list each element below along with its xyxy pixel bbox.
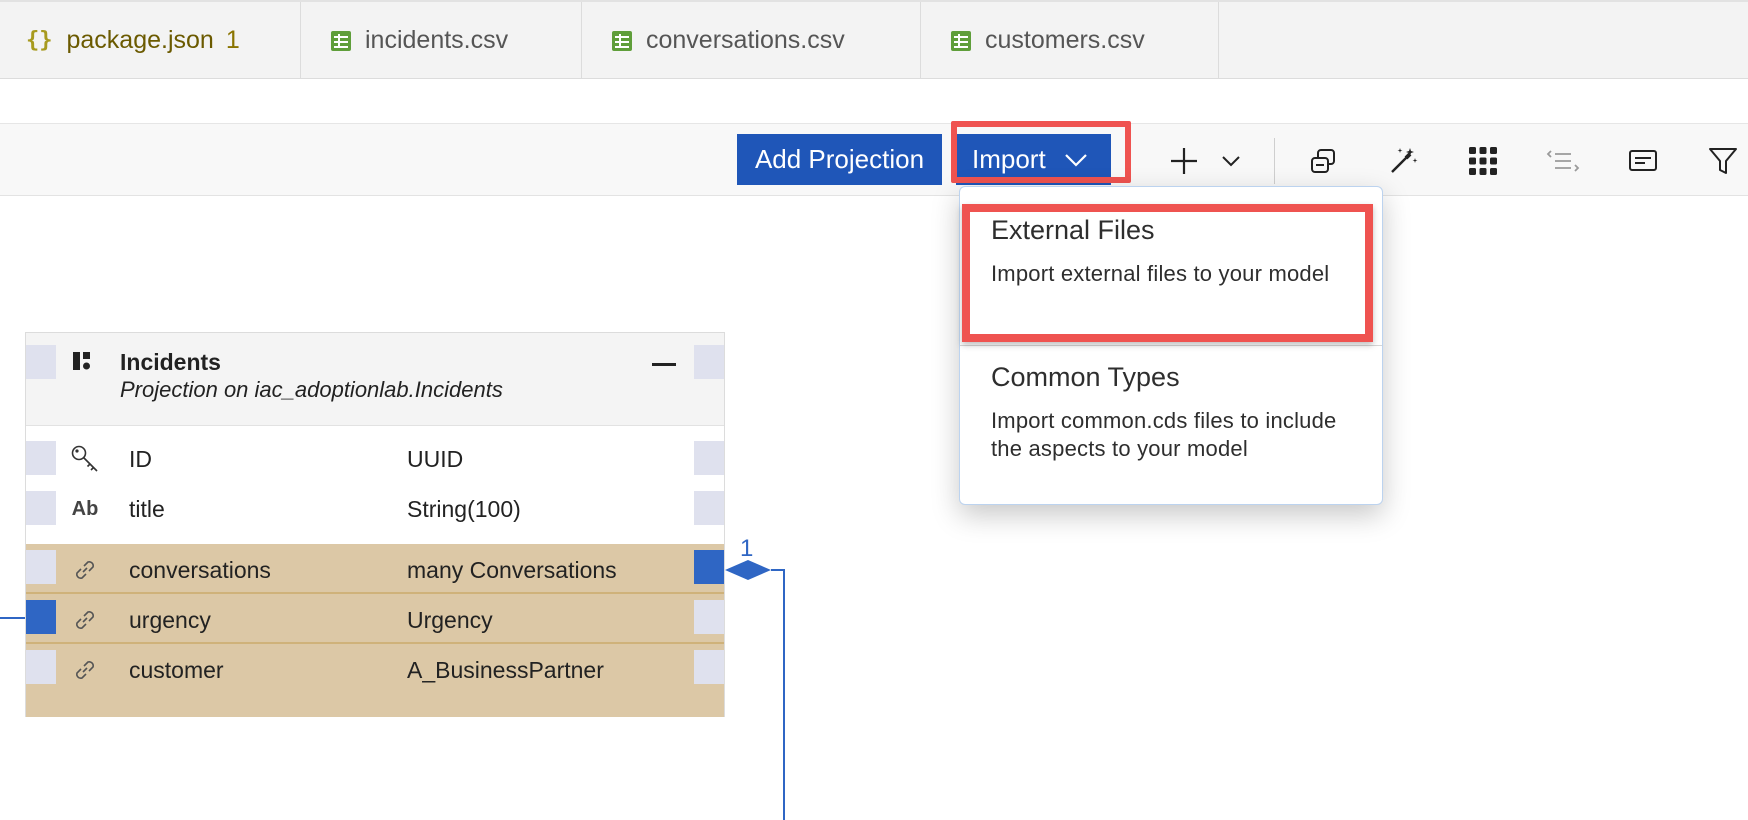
menu-divider: [960, 345, 1382, 346]
external-files-highlight: [962, 204, 1373, 342]
menu-item-common-types[interactable]: Common Types Import common.cds files to …: [991, 362, 1362, 463]
menu-item-description: Import common.cds files to include the a…: [991, 408, 1337, 461]
menu-item-title: Common Types: [991, 362, 1180, 392]
association-connectors: [0, 560, 785, 820]
multiplicity-label: 1: [740, 535, 754, 562]
